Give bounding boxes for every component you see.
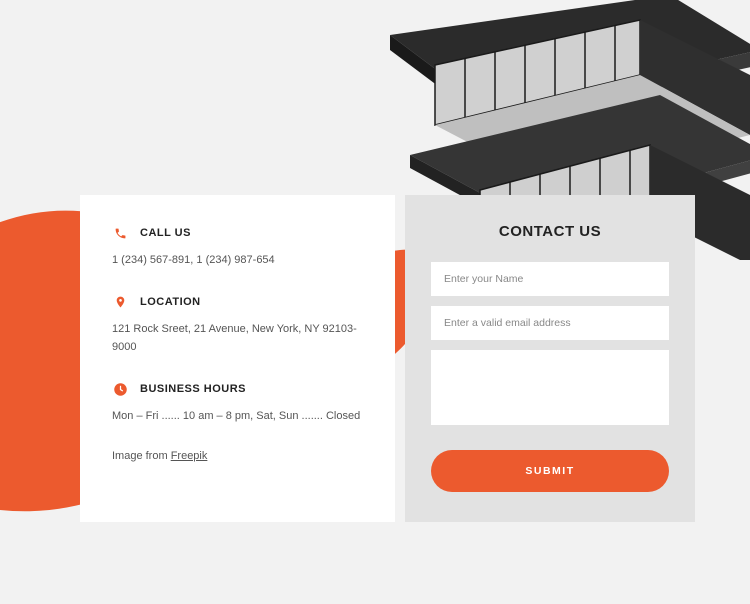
info-panel: CALL US 1 (234) 567-891, 1 (234) 987-654…	[80, 195, 395, 522]
location-block: LOCATION 121 Rock Sreet, 21 Avenue, New …	[112, 294, 363, 357]
image-credit: Image from Freepik	[112, 450, 363, 462]
location-text: 121 Rock Sreet, 21 Avenue, New York, NY …	[112, 320, 363, 357]
call-us-text: 1 (234) 567-891, 1 (234) 987-654	[112, 251, 363, 270]
form-title: CONTACT US	[431, 223, 669, 240]
name-input[interactable]	[431, 262, 669, 296]
clock-icon	[112, 381, 128, 397]
contact-form-panel: CONTACT US SUBMIT	[405, 195, 695, 522]
hours-title: BUSINESS HOURS	[140, 383, 246, 395]
call-us-block: CALL US 1 (234) 567-891, 1 (234) 987-654	[112, 225, 363, 270]
message-textarea[interactable]	[431, 350, 669, 425]
phone-icon	[112, 225, 128, 241]
hours-text: Mon – Fri ...... 10 am – 8 pm, Sat, Sun …	[112, 407, 363, 426]
map-pin-icon	[112, 294, 128, 310]
credit-link[interactable]: Freepik	[171, 450, 208, 462]
hours-block: BUSINESS HOURS Mon – Fri ...... 10 am – …	[112, 381, 363, 426]
main-content: CALL US 1 (234) 567-891, 1 (234) 987-654…	[80, 195, 695, 522]
location-title: LOCATION	[140, 296, 201, 308]
call-us-title: CALL US	[140, 227, 191, 239]
submit-button[interactable]: SUBMIT	[431, 450, 669, 492]
email-input[interactable]	[431, 306, 669, 340]
